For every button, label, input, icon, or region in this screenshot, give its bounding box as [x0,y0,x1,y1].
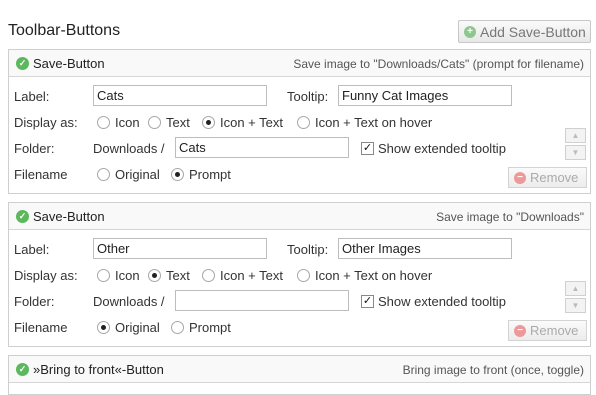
panel-title: Save-Button [33,56,105,71]
tooltip-field-label: Tooltip: [287,89,329,104]
panel-header: ✓ »Bring to front«-Button Bring image to… [9,356,590,383]
radio-label: Icon [115,115,140,130]
label-field-label: Label: [14,89,50,104]
arrow-down-icon[interactable]: ▼ [565,298,586,313]
show-extended-tooltip-checkbox[interactable]: ✓ Show extended tooltip [361,141,506,156]
radio-dot [97,168,110,181]
checkbox-label: Show extended tooltip [378,294,506,309]
add-save-button[interactable]: + Add Save-Button [458,20,591,43]
folder-prefix: Downloads / [93,141,165,156]
arrow-up-icon[interactable]: ▲ [565,128,586,143]
radio-label: Icon + Text [220,115,283,130]
display-as-label: Display as: [14,115,78,130]
filename-prompt-radio[interactable]: Prompt [171,167,231,182]
arrow-up-icon[interactable]: ▲ [565,281,586,296]
bring-to-front-panel: ✓ »Bring to front«-Button Bring image to… [8,355,591,395]
display-text-radio[interactable]: Text [148,268,190,283]
remove-button[interactable]: − Remove [508,320,587,341]
check-circle-icon[interactable]: ✓ [16,363,29,376]
radio-label: Icon + Text on hover [315,268,433,283]
radio-dot-selected [148,269,161,282]
panel-description: Bring image to front (once, toggle) [402,363,584,377]
minus-circle-icon: − [514,171,526,184]
folder-label: Folder: [14,294,55,309]
tooltip-input[interactable] [338,238,512,259]
checkbox-label: Show extended tooltip [378,141,506,156]
filename-prompt-radio[interactable]: Prompt [171,320,231,335]
remove-button[interactable]: − Remove [508,167,587,188]
arrow-down-icon[interactable]: ▼ [565,145,586,160]
radio-label: Text [166,115,190,130]
label-field-label: Label: [14,242,50,257]
radio-dot [97,269,110,282]
check-circle-icon[interactable]: ✓ [16,57,29,70]
label-input[interactable] [93,85,267,106]
save-button-panel-1: ✓ Save-Button Save image to "Downloads/C… [8,49,591,194]
radio-dot [202,269,215,282]
radio-dot [148,116,161,129]
radio-label: Original [115,167,160,182]
radio-dot [171,321,184,334]
add-save-button-label: Add Save-Button [480,23,586,40]
radio-label: Prompt [189,167,231,182]
panel-header: ✓ Save-Button Save image to "Downloads" [9,203,590,230]
filename-original-radio[interactable]: Original [97,167,160,182]
folder-prefix: Downloads / [93,294,165,309]
label-input[interactable] [93,238,267,259]
radio-dot [97,116,110,129]
folder-label: Folder: [14,141,55,156]
minus-circle-icon: − [514,324,526,337]
filename-original-radio[interactable]: Original [97,320,160,335]
radio-dot-selected [97,321,110,334]
tooltip-input[interactable] [338,85,512,106]
display-as-label: Display as: [14,268,78,283]
save-button-panel-2: ✓ Save-Button Save image to "Downloads" … [8,202,591,347]
radio-label: Icon + Text [220,268,283,283]
radio-dot [297,269,310,282]
display-icon-radio[interactable]: Icon [97,115,140,130]
radio-label: Icon + Text on hover [315,115,433,130]
show-extended-tooltip-checkbox[interactable]: ✓ Show extended tooltip [361,294,506,309]
panel-description: Save image to "Downloads" [436,210,584,224]
filename-label: Filename [14,320,68,335]
folder-input[interactable] [175,137,349,158]
radio-label: Icon [115,268,140,283]
check-circle-icon[interactable]: ✓ [16,210,29,223]
panel-description: Save image to "Downloads/Cats" (prompt f… [293,57,584,71]
remove-button-label: Remove [530,323,579,338]
filename-label: Filename [14,167,68,182]
display-icon-text-radio[interactable]: Icon + Text [202,115,283,130]
remove-button-label: Remove [530,170,579,185]
display-icon-text-hover-radio[interactable]: Icon + Text on hover [297,268,432,283]
radio-dot-selected [171,168,184,181]
page-title: Toolbar-Buttons [8,22,121,39]
radio-label: Text [166,268,190,283]
display-text-radio[interactable]: Text [148,115,190,130]
display-icon-radio[interactable]: Icon [97,268,140,283]
radio-label: Prompt [189,320,231,335]
checkbox-box: ✓ [361,295,374,308]
panel-title: Save-Button [33,209,105,224]
radio-dot-selected [202,116,215,129]
display-icon-text-radio[interactable]: Icon + Text [202,268,283,283]
panel-title: »Bring to front«-Button [33,362,164,377]
plus-circle-icon: + [464,25,476,38]
checkbox-box: ✓ [361,142,374,155]
radio-dot [297,116,310,129]
tooltip-field-label: Tooltip: [287,242,329,257]
radio-label: Original [115,320,160,335]
panel-header: ✓ Save-Button Save image to "Downloads/C… [9,50,590,77]
display-icon-text-hover-radio[interactable]: Icon + Text on hover [297,115,432,130]
folder-input[interactable] [175,290,349,311]
